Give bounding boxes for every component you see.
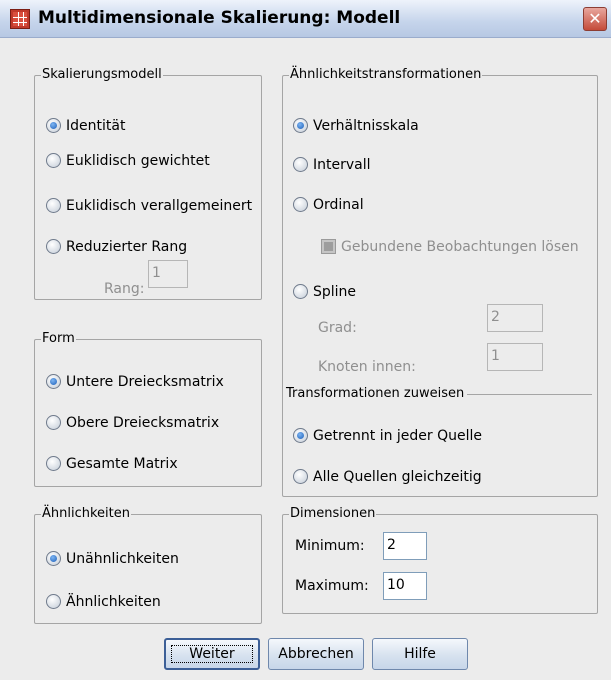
focus-rectangle xyxy=(171,645,253,663)
label-generalized-euclidean: Euklidisch verallgemeinert xyxy=(66,198,253,214)
radio-ratio[interactable] xyxy=(293,118,308,133)
radio-weighted-euclidean[interactable] xyxy=(46,153,61,168)
radio-upper-triangular[interactable] xyxy=(46,415,61,430)
radio-dissimilarities[interactable] xyxy=(46,551,61,566)
apply-transformations-header: Transformationen zuweisen xyxy=(286,386,592,402)
close-button[interactable]: ✕ xyxy=(583,7,607,31)
untie-checkbox[interactable] xyxy=(321,239,336,254)
label-separately: Getrennt in jeder Quelle xyxy=(313,428,483,444)
scaling-model-label: Skalierungsmodell xyxy=(41,67,163,83)
interior-knots-input[interactable]: 1 xyxy=(487,343,543,371)
maximum-label: Maximum: xyxy=(295,578,369,594)
title-bar[interactable]: Multidimensionale Skalierung: Modell ✕ xyxy=(0,0,611,38)
dialog-window: Multidimensionale Skalierung: Modell ✕ S… xyxy=(0,0,611,680)
proximities-label: Ähnlichkeiten xyxy=(41,506,131,522)
degree-label: Grad: xyxy=(318,320,357,336)
radio-spline[interactable] xyxy=(293,284,308,299)
radio-ordinal[interactable] xyxy=(293,197,308,212)
rank-input[interactable]: 1 xyxy=(148,260,188,288)
interior-knots-label: Knoten innen: xyxy=(318,359,416,375)
label-weighted-euclidean: Euklidisch gewichtet xyxy=(66,153,210,169)
radio-similarities[interactable] xyxy=(46,594,61,609)
label-simultaneously: Alle Quellen gleichzeitig xyxy=(313,469,482,485)
label-similarities: Ähnlichkeiten xyxy=(66,594,161,610)
label-upper-triangular: Obere Dreiecksmatrix xyxy=(66,415,220,431)
radio-reduced-rank[interactable] xyxy=(46,239,61,254)
radio-full-matrix[interactable] xyxy=(46,456,61,471)
label-full-matrix: Gesamte Matrix xyxy=(66,456,178,472)
radio-simultaneously[interactable] xyxy=(293,469,308,484)
radio-interval[interactable] xyxy=(293,157,308,172)
shape-label: Form xyxy=(41,331,76,347)
cancel-label: Abbrechen xyxy=(278,646,354,662)
label-lower-triangular: Untere Dreiecksmatrix xyxy=(66,374,224,390)
label-ratio: Verhältnisskala xyxy=(313,118,419,134)
maximum-input[interactable]: 10 xyxy=(383,572,427,600)
dimensions-label: Dimensionen xyxy=(289,506,377,522)
transformations-label: Ähnlichkeitstransformationen xyxy=(289,67,483,83)
label-spline: Spline xyxy=(313,284,357,300)
continue-button[interactable]: Weiter xyxy=(164,638,260,670)
minimum-label: Minimum: xyxy=(295,538,365,554)
radio-identity[interactable] xyxy=(46,118,61,133)
degree-input[interactable]: 2 xyxy=(487,304,543,332)
table-icon xyxy=(10,9,30,29)
minimum-input[interactable]: 2 xyxy=(383,532,427,560)
apply-transformations-label: Transformationen zuweisen xyxy=(286,386,468,402)
window-title: Multidimensionale Skalierung: Modell xyxy=(38,8,401,28)
help-label: Hilfe xyxy=(404,646,436,662)
dimensions-group: Dimensionen xyxy=(282,506,598,614)
label-interval: Intervall xyxy=(313,157,371,173)
help-button[interactable]: Hilfe xyxy=(372,638,468,670)
radio-generalized-euclidean[interactable] xyxy=(46,198,61,213)
label-dissimilarities: Unähnlichkeiten xyxy=(66,551,179,567)
label-identity: Identität xyxy=(66,118,126,134)
cancel-button[interactable]: Abbrechen xyxy=(268,638,364,670)
rank-label: Rang: xyxy=(104,281,145,297)
label-ordinal: Ordinal xyxy=(313,197,364,213)
label-untie: Gebundene Beobachtungen lösen xyxy=(341,239,579,255)
radio-lower-triangular[interactable] xyxy=(46,374,61,389)
label-reduced-rank: Reduzierter Rang xyxy=(66,239,188,255)
radio-separately[interactable] xyxy=(293,428,308,443)
